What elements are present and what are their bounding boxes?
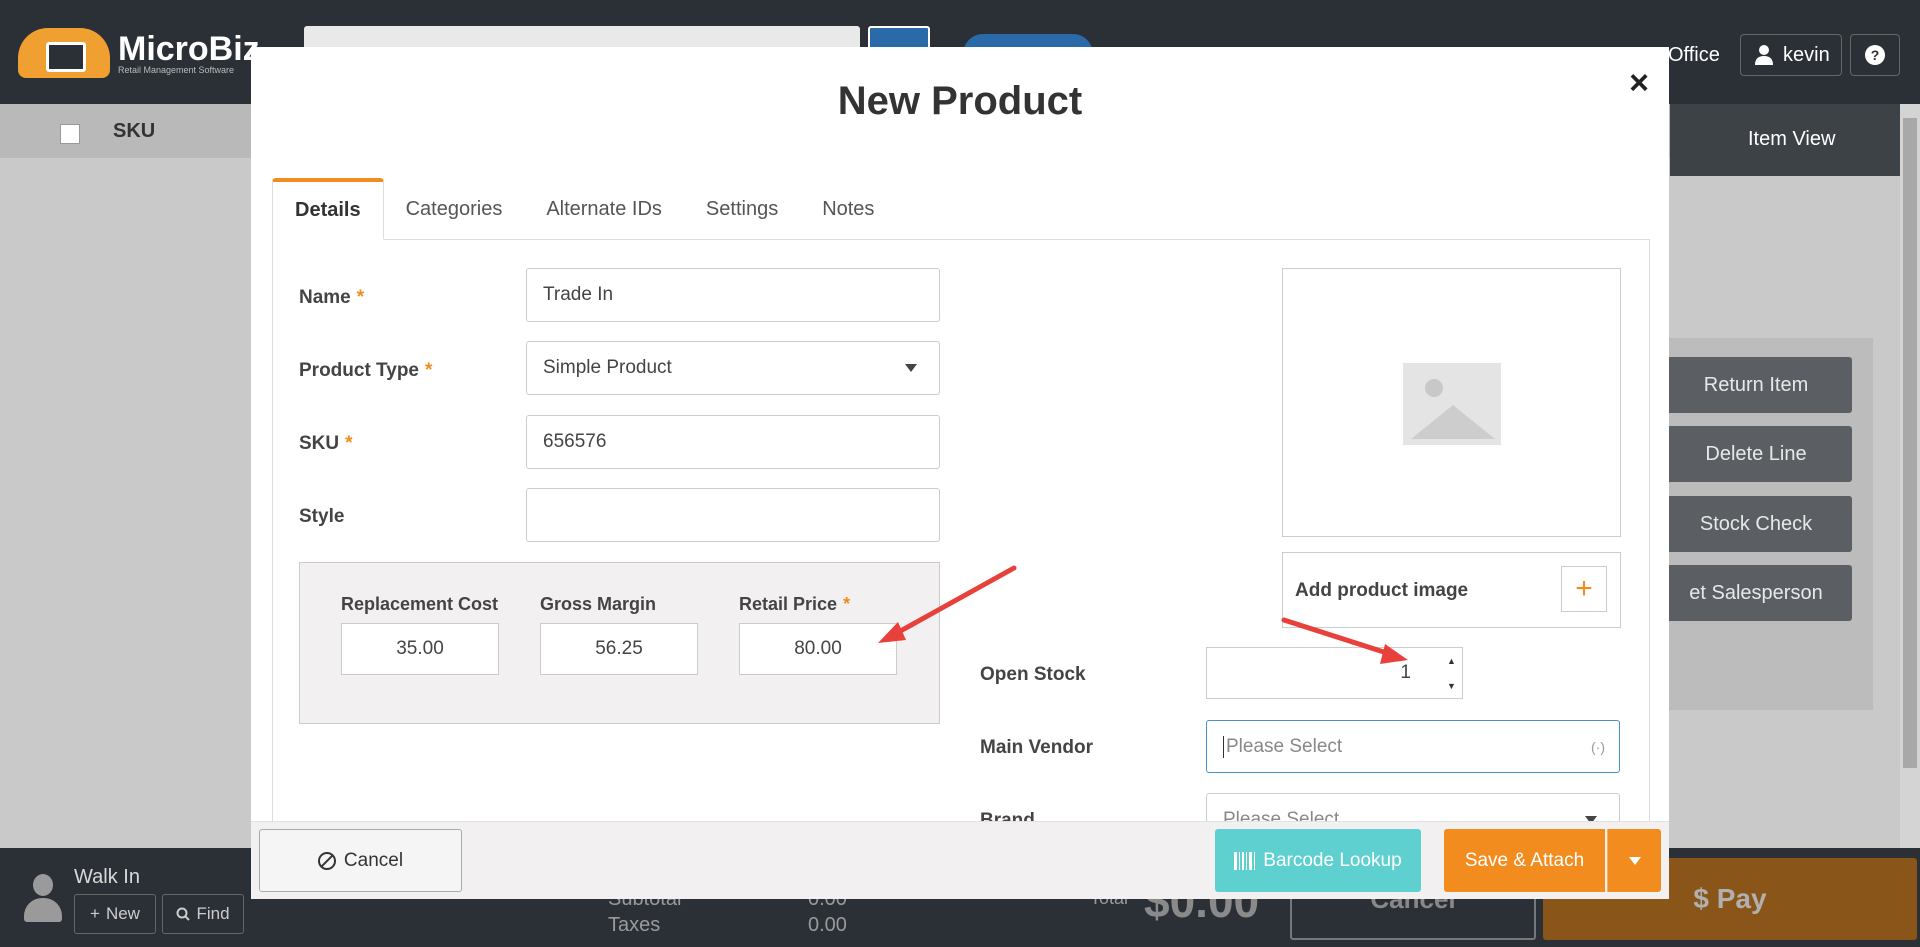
sku-label-text: SKU: [299, 433, 340, 454]
barcode-lookup-button[interactable]: Barcode Lookup: [1215, 829, 1421, 892]
retail-price-input[interactable]: 80.00: [739, 623, 897, 675]
sku-label: SKU *: [299, 433, 353, 455]
name-label-text: Name: [299, 287, 351, 308]
chevron-down-icon: [905, 364, 917, 372]
stepper-down-icon[interactable]: ▼: [1447, 681, 1456, 691]
required-mark: *: [425, 360, 433, 381]
add-image-button[interactable]: +: [1561, 566, 1607, 612]
save-attach-button[interactable]: Save & Attach: [1444, 829, 1605, 892]
sku-input[interactable]: 656576: [526, 415, 940, 469]
name-value: Trade In: [543, 284, 614, 305]
main-vendor-label: Main Vendor: [980, 737, 1093, 758]
image-placeholder-sun: [1425, 379, 1443, 397]
stepper-up-icon[interactable]: ▲: [1447, 656, 1456, 666]
replacement-cost-label: Replacement Cost: [341, 594, 499, 614]
cancel-button[interactable]: Cancel: [259, 829, 462, 892]
add-image-label: Add product image: [1295, 580, 1469, 601]
required-mark: *: [356, 287, 365, 308]
ban-icon: [317, 851, 336, 870]
required-mark: *: [345, 433, 353, 454]
barcode-lookup-label: Barcode Lookup: [1263, 849, 1402, 871]
open-stock-input[interactable]: 1: [1206, 647, 1442, 699]
product-type-value: Simple Product: [543, 357, 672, 378]
open-stock-stepper[interactable]: ▲ ▼: [1441, 647, 1463, 699]
new-product-modal: New Product × Details Categories Alterna…: [251, 47, 1669, 899]
required-mark: *: [843, 594, 851, 614]
tab-bar: Details Categories Alternate IDs Setting…: [272, 178, 1650, 240]
style-label: Style: [299, 506, 345, 527]
save-options-dropdown[interactable]: [1607, 829, 1661, 892]
gross-margin-input[interactable]: 56.25: [540, 623, 698, 675]
tab-details[interactable]: Details: [272, 178, 384, 240]
tab-categories[interactable]: Categories: [384, 178, 525, 240]
style-input[interactable]: [526, 488, 940, 542]
name-label: Name *: [299, 287, 364, 309]
tab-settings[interactable]: Settings: [684, 178, 800, 240]
name-input[interactable]: Trade In: [526, 268, 940, 322]
cancel-label: Cancel: [343, 849, 404, 871]
open-stock-label: Open Stock: [980, 664, 1086, 685]
tab-notes[interactable]: Notes: [800, 178, 896, 240]
product-type-label: Product Type *: [299, 360, 432, 382]
chevron-down-icon: [1628, 856, 1641, 865]
close-icon[interactable]: ×: [1621, 64, 1657, 102]
barcode-icon: [1234, 851, 1256, 870]
retail-price-label-text: Retail Price: [739, 594, 838, 614]
gross-margin-label: Gross Margin: [540, 594, 657, 614]
replacement-cost-input[interactable]: 35.00: [341, 623, 499, 675]
main-vendor-placeholder: Please Select: [1223, 735, 1342, 758]
sku-value: 656576: [543, 431, 607, 452]
retail-price-label: Retail Price *: [739, 594, 850, 615]
image-placeholder-mountain: [1411, 405, 1495, 439]
modal-title: New Product: [837, 79, 1083, 123]
loading-icon: (·): [1591, 739, 1605, 755]
main-vendor-select[interactable]: Please Select (·): [1206, 720, 1620, 773]
product-type-select[interactable]: Simple Product: [526, 341, 940, 395]
product-type-label-text: Product Type: [299, 360, 419, 381]
tab-alternate-ids[interactable]: Alternate IDs: [524, 178, 684, 240]
